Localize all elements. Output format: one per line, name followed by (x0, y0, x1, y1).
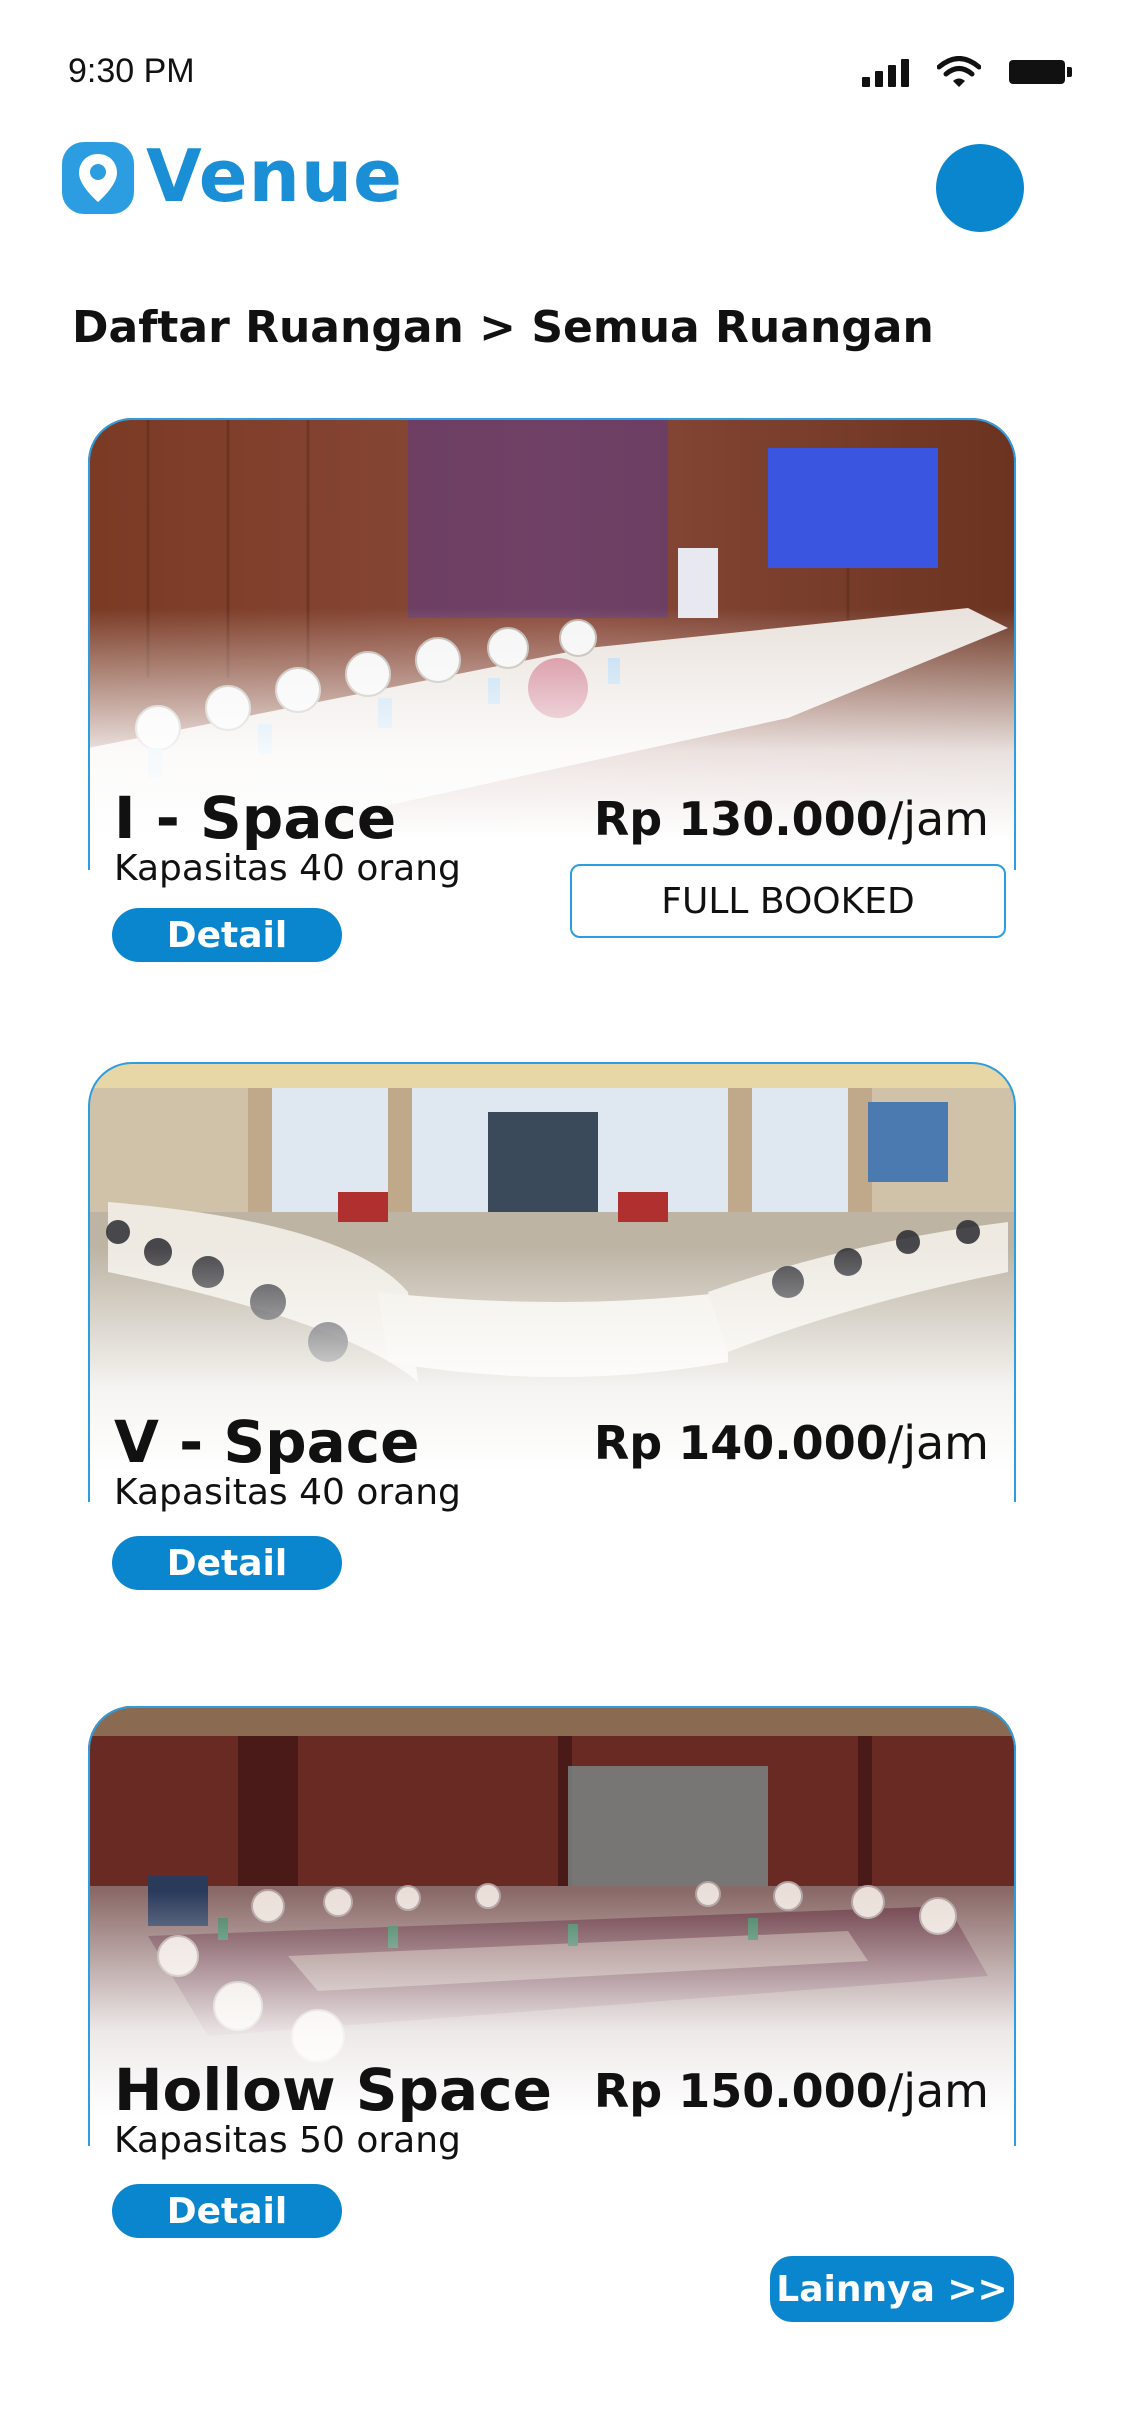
detail-button[interactable]: Detail (112, 908, 342, 962)
price-unit: /jam (887, 792, 989, 846)
room-capacity: Kapasitas 50 orang (114, 2120, 461, 2161)
location-pin-icon (79, 154, 117, 202)
room-capacity: Kapasitas 40 orang (114, 1472, 461, 1513)
battery-icon (1009, 60, 1072, 84)
price-unit: /jam (887, 1416, 989, 1470)
room-name: V - Space (114, 1408, 420, 1476)
avatar[interactable] (936, 144, 1024, 232)
room-name: Hollow Space (114, 2056, 552, 2124)
price-amount: Rp 130.000 (593, 792, 888, 846)
room-price: Rp 140.000/jam (594, 1416, 989, 1470)
full-booked-badge: FULL BOOKED (570, 864, 1006, 938)
price-amount: Rp 140.000 (593, 1416, 888, 1470)
signal-icon (862, 57, 909, 87)
app-title: Venue (146, 134, 403, 218)
breadcrumb[interactable]: Daftar Ruangan > Semua Ruangan (72, 302, 934, 353)
price-unit: /jam (887, 2064, 989, 2118)
status-icons (862, 56, 1072, 88)
more-button[interactable]: Lainnya >> (770, 2256, 1014, 2322)
detail-button[interactable]: Detail (112, 1536, 342, 1590)
room-price: Rp 150.000/jam (594, 2064, 989, 2118)
status-time: 9:30 PM (68, 52, 195, 90)
app-logo (62, 142, 134, 214)
room-capacity: Kapasitas 40 orang (114, 848, 461, 889)
detail-button[interactable]: Detail (112, 2184, 342, 2238)
wifi-icon (937, 56, 981, 87)
price-amount: Rp 150.000 (593, 2064, 888, 2118)
room-name: I - Space (114, 784, 397, 852)
room-price: Rp 130.000/jam (594, 792, 989, 846)
